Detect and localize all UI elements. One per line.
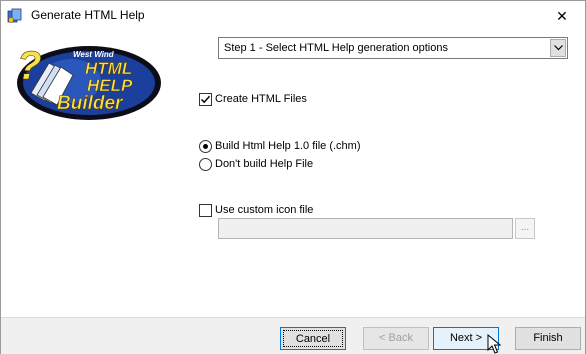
dont-build-radio[interactable]: [199, 158, 212, 171]
browse-icon-button[interactable]: ...: [515, 218, 535, 239]
close-icon: ✕: [556, 8, 568, 24]
step-select-value: Step 1 - Select HTML Help generation opt…: [224, 42, 448, 54]
chevron-down-icon: [554, 45, 563, 51]
step-select-dropdown[interactable]: Step 1 - Select HTML Help generation opt…: [218, 37, 568, 59]
cancel-button-label: Cancel: [283, 330, 343, 347]
back-button[interactable]: < Back: [363, 327, 429, 350]
create-html-files-checkbox[interactable]: [199, 93, 212, 106]
checkmark-icon: [200, 95, 211, 104]
mouse-cursor-icon: [487, 334, 501, 354]
create-html-files-label[interactable]: Create HTML Files: [215, 93, 307, 105]
build-chm-radio[interactable]: [199, 140, 212, 153]
title-bar: Generate HTML Help ✕: [1, 1, 585, 31]
generate-html-help-dialog: Generate HTML Help ✕ ? West Wind HTML HE…: [0, 0, 586, 354]
custom-icon-file-input[interactable]: [218, 218, 513, 239]
finish-button[interactable]: Finish: [515, 327, 581, 350]
dont-build-label[interactable]: Don't build Help File: [215, 158, 313, 170]
html-help-builder-logo: ? West Wind HTML HELP Builder: [17, 44, 161, 120]
app-icon: [7, 8, 22, 23]
logo-line-builder: Builder: [57, 93, 124, 114]
use-custom-icon-checkbox[interactable]: [199, 204, 212, 217]
cancel-button[interactable]: Cancel: [280, 327, 346, 350]
close-button[interactable]: ✕: [539, 1, 585, 31]
build-chm-label[interactable]: Build Html Help 1.0 file (.chm): [215, 140, 361, 152]
use-custom-icon-label[interactable]: Use custom icon file: [215, 204, 313, 216]
window-title: Generate HTML Help: [31, 8, 145, 22]
logo-question-mark: ?: [17, 44, 41, 88]
radio-selected-dot: [203, 144, 208, 149]
dropdown-toggle-button[interactable]: [550, 39, 566, 57]
logo-brand-small: West Wind: [73, 50, 115, 59]
